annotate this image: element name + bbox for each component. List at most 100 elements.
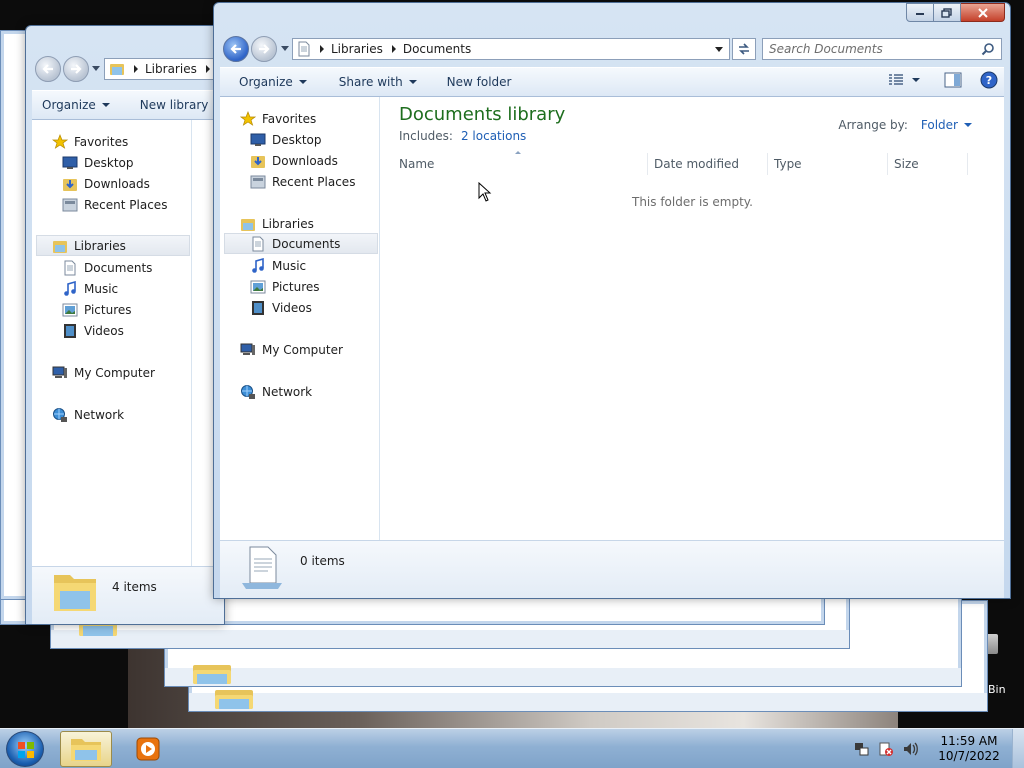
column-type[interactable]: Type xyxy=(768,153,888,175)
column-date-modified[interactable]: Date modified xyxy=(648,153,768,175)
breadcrumb-libraries[interactable]: Libraries xyxy=(331,42,383,56)
arrange-by-dropdown[interactable]: Folder xyxy=(921,118,972,132)
nav-pictures[interactable]: Pictures xyxy=(250,276,320,297)
column-size[interactable]: Size xyxy=(888,153,968,175)
clock-time: 11:59 AM xyxy=(940,734,998,748)
empty-folder-message: This folder is empty. xyxy=(632,195,753,209)
desktop-icon xyxy=(62,156,78,169)
back-button[interactable] xyxy=(223,36,249,62)
title-bar[interactable] xyxy=(214,3,1010,33)
breadcrumb-separator xyxy=(320,45,324,53)
documents-icon xyxy=(298,41,310,57)
forward-arrow-icon xyxy=(259,44,270,54)
action-center-icon[interactable] xyxy=(878,741,894,757)
nav-network[interactable]: Network xyxy=(240,381,312,402)
refresh-button[interactable] xyxy=(732,38,756,60)
address-dropdown-button[interactable] xyxy=(709,39,729,59)
nav-libraries-label: Libraries xyxy=(74,238,126,253)
search-icon[interactable] xyxy=(981,42,995,56)
nav-network[interactable]: Network xyxy=(52,404,124,425)
recent-locations-dropdown[interactable] xyxy=(92,66,100,71)
address-bar[interactable]: Libraries Documents xyxy=(292,38,730,60)
nav-music[interactable]: Music xyxy=(250,255,306,276)
column-type-label: Type xyxy=(774,157,802,171)
recent-locations-dropdown[interactable] xyxy=(281,46,289,51)
breadcrumb-libraries[interactable]: Libraries xyxy=(145,62,197,76)
navigation-pane[interactable]: Favorites Desktop Downloads Recent Place… xyxy=(32,120,192,566)
maximize-icon xyxy=(941,7,952,18)
explorer-window-libraries[interactable]: Libraries Organize New library Favorites… xyxy=(25,25,226,625)
help-icon[interactable]: ? xyxy=(980,71,998,89)
nav-videos[interactable]: Videos xyxy=(62,320,124,341)
nav-documents[interactable]: Documents xyxy=(62,257,152,278)
close-button[interactable] xyxy=(961,3,1005,22)
nav-favorites[interactable]: Favorites xyxy=(240,108,316,129)
organize-label: Organize xyxy=(239,75,293,89)
volume-icon[interactable] xyxy=(902,741,920,757)
nav-documents-label: Documents xyxy=(272,236,341,251)
nav-recent-places-label: Recent Places xyxy=(272,174,356,189)
nav-documents[interactable]: Documents xyxy=(224,233,378,254)
title-bar[interactable] xyxy=(26,26,224,56)
nav-videos[interactable]: Videos xyxy=(250,297,312,318)
column-name[interactable]: Name xyxy=(393,153,648,175)
document-library-icon xyxy=(242,546,282,589)
organize-button[interactable]: Organize xyxy=(220,70,317,94)
share-with-button[interactable]: Share with xyxy=(317,70,427,94)
nav-my-computer-label: My Computer xyxy=(262,342,343,357)
clock[interactable]: 11:59 AM 10/7/2022 xyxy=(926,734,1012,764)
folder-icon xyxy=(193,665,231,684)
taskbar-media-player-button[interactable] xyxy=(122,731,174,767)
address-bar[interactable]: Libraries xyxy=(104,58,226,80)
nav-libraries[interactable]: Libraries xyxy=(36,235,190,256)
taskbar-explorer-button[interactable] xyxy=(60,731,112,767)
recycle-bin-label[interactable]: Bin xyxy=(988,683,1006,696)
includes-locations-link[interactable]: 2 locations xyxy=(461,129,526,143)
nav-recent-places[interactable]: Recent Places xyxy=(250,171,355,192)
nav-desktop[interactable]: Desktop xyxy=(62,152,134,173)
system-tray: 11:59 AM 10/7/2022 xyxy=(854,729,1024,768)
start-button[interactable] xyxy=(6,731,44,767)
media-player-icon xyxy=(136,737,160,761)
breadcrumb-documents[interactable]: Documents xyxy=(403,42,471,56)
nav-music[interactable]: Music xyxy=(62,278,118,299)
forward-arrow-icon xyxy=(71,64,82,74)
forward-button[interactable] xyxy=(63,56,89,82)
view-options-button[interactable] xyxy=(888,74,920,86)
star-icon xyxy=(240,110,256,126)
nav-my-computer[interactable]: My Computer xyxy=(52,362,155,383)
minimize-button[interactable] xyxy=(906,3,934,22)
star-icon xyxy=(52,133,68,149)
downloads-folder-icon xyxy=(63,178,77,191)
nav-downloads[interactable]: Downloads xyxy=(62,173,150,194)
nav-recent-places[interactable]: Recent Places xyxy=(62,194,167,215)
nav-libraries[interactable]: Libraries xyxy=(240,213,314,234)
arrange-by: Arrange by: Folder xyxy=(838,118,972,132)
navigation-pane[interactable]: Favorites Desktop Downloads Recent Place… xyxy=(220,97,380,540)
nav-libraries-label: Libraries xyxy=(262,216,314,231)
preview-pane-icon[interactable] xyxy=(944,72,962,88)
nav-documents-label: Documents xyxy=(84,260,153,275)
nav-desktop[interactable]: Desktop xyxy=(250,129,322,150)
network-status-icon[interactable] xyxy=(854,741,870,757)
organize-button[interactable]: Organize xyxy=(32,93,120,117)
details-pane: 0 items xyxy=(220,540,1004,598)
forward-button[interactable] xyxy=(251,36,277,62)
navigation-bar: Libraries xyxy=(26,56,226,87)
back-button[interactable] xyxy=(35,56,61,82)
search-box[interactable] xyxy=(762,38,1002,60)
search-input[interactable] xyxy=(763,39,973,59)
nav-my-computer[interactable]: My Computer xyxy=(240,339,343,360)
show-desktop-button[interactable] xyxy=(1012,729,1024,768)
maximize-button[interactable] xyxy=(934,3,961,22)
new-library-button[interactable]: New library xyxy=(120,93,219,117)
explorer-window-documents[interactable]: Libraries Documents Organize Share with … xyxy=(213,2,1011,599)
content-pane[interactable]: Documents library Includes: 2 locations A… xyxy=(381,97,1004,540)
computer-icon xyxy=(52,366,67,378)
new-folder-button[interactable]: New folder xyxy=(427,70,522,94)
window-controls xyxy=(906,3,1005,22)
nav-downloads[interactable]: Downloads xyxy=(250,150,338,171)
music-icon xyxy=(252,257,264,273)
nav-pictures[interactable]: Pictures xyxy=(62,299,132,320)
nav-favorites[interactable]: Favorites xyxy=(52,131,128,152)
